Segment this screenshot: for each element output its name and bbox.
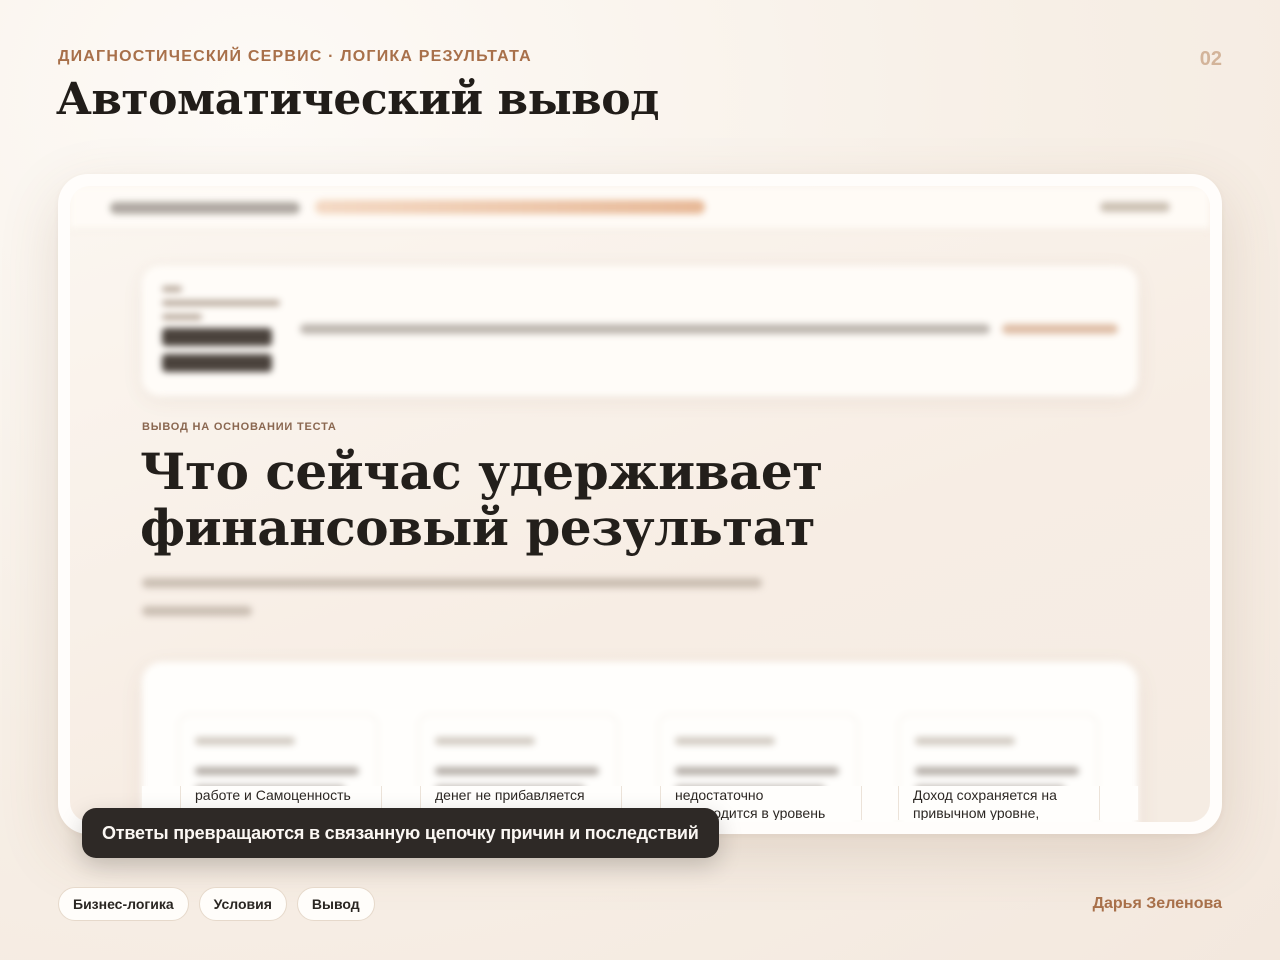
headline-line-2: финансовый результат	[140, 498, 816, 557]
section-kicker: ДИАГНОСТИЧЕСКИЙ СЕРВИС · ЛОГИКА РЕЗУЛЬТА…	[58, 48, 532, 65]
user-summary-card	[142, 266, 1138, 396]
summary-link-placeholder	[1002, 324, 1118, 334]
tag-list: Бизнес-логика Условия Вывод	[58, 887, 375, 921]
caption-badge: Ответы превращаются в связанную цепочку …	[82, 808, 719, 858]
slide-title: Автоматический вывод	[56, 74, 659, 125]
app-brand-placeholder	[110, 202, 300, 214]
slide-number: 02	[1199, 48, 1222, 70]
app-screen: ВЫВОД НА ОСНОВАНИИ ТЕСТА Что сейчас удер…	[70, 186, 1210, 822]
app-topbar	[70, 186, 1210, 230]
user-info-placeholder	[162, 286, 282, 380]
tag-conclusion[interactable]: Вывод	[296, 887, 375, 921]
headline-line-1: Что сейчас удерживает	[140, 442, 823, 501]
summary-text-placeholder	[300, 324, 990, 334]
result-description-placeholder	[142, 578, 762, 634]
tag-conditions[interactable]: Условия	[198, 887, 287, 921]
result-eyebrow: ВЫВОД НА ОСНОВАНИИ ТЕСТА	[142, 421, 337, 433]
result-card-4-line-1: Доход сохраняется на	[913, 787, 1057, 803]
result-card-3-line-1: недостаточно	[675, 787, 764, 803]
topbar-link-placeholder	[1100, 202, 1170, 212]
tag-business-logic[interactable]: Бизнес-логика	[58, 887, 189, 921]
result-card-1-line-1: работе и Самоценность	[195, 787, 351, 803]
result-card-4-text: Доход сохраняется на привычном уровне,	[898, 786, 1100, 820]
progress-bar	[315, 200, 705, 214]
result-headline: Что сейчас удерживает финансовый результ…	[140, 444, 900, 556]
result-card-4-line-2: привычном уровне,	[913, 805, 1040, 820]
result-card-2-line-1: денег не прибавляется	[435, 787, 585, 803]
author-name: Дарья Зеленова	[1092, 895, 1222, 912]
screenshot-frame: ВЫВОД НА ОСНОВАНИИ ТЕСТА Что сейчас удер…	[58, 174, 1222, 834]
